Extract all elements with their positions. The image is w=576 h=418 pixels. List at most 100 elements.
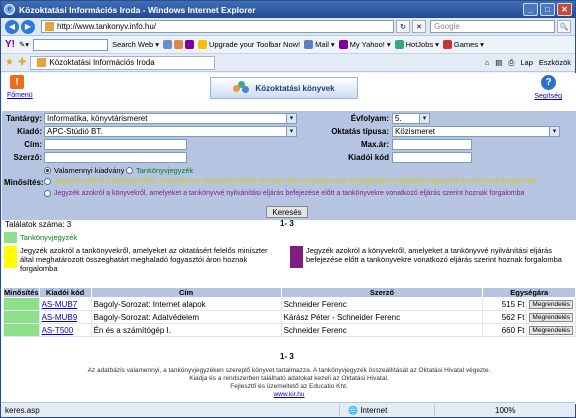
title-cell: Bagoly-Sorozat: Adatvédelem <box>90 310 282 324</box>
mail-button[interactable]: Mail ▾ <box>304 40 335 49</box>
help-icon[interactable]: ? <box>541 75 556 90</box>
radio-all[interactable]: Valamennyi kiadvány <box>44 166 124 175</box>
feeds-icon[interactable]: ▤ <box>495 58 502 67</box>
yahoo-toolbar: Y! ✎▾ Search Web ▾ Upgrade your Toolbar N… <box>1 36 575 54</box>
myyahoo-label: My Yahoo! <box>349 40 385 49</box>
radio-list1-indicator <box>44 178 51 185</box>
games-label: Games <box>453 40 479 49</box>
title-input[interactable] <box>44 139 187 150</box>
tab-current[interactable]: Közoktatási Információs Iroda <box>30 55 216 70</box>
stop-button[interactable]: ✕ <box>412 20 426 33</box>
exit-icon[interactable]: ! <box>10 75 24 89</box>
page-header: ! Főmenü Közoktatási könyvek ? Segítség <box>2 73 576 111</box>
tools-menu[interactable]: Eszközök <box>539 58 571 67</box>
add-favorite-icon[interactable]: ✚ <box>18 57 26 68</box>
code-link[interactable]: AS-MUB7 <box>42 300 78 309</box>
print-icon[interactable]: ⎙ <box>508 58 514 68</box>
favorites-star-icon[interactable]: ★ <box>5 57 14 68</box>
col-rating: Minősítés <box>3 287 40 298</box>
title-cell: Bagoly-Sorozat: Internet alapok <box>90 297 282 311</box>
code-link[interactable]: AS-MUB9 <box>42 313 78 322</box>
forward-button[interactable]: ▶ <box>21 19 35 34</box>
order-button[interactable]: Megrendelés <box>529 313 573 322</box>
page-content: ! Főmenü Közoktatási könyvek ? Segítség … <box>2 73 576 404</box>
education-type-label: Oktatás típusa: <box>331 127 389 136</box>
author-cell: Schneider Ferenc <box>280 323 484 337</box>
radio-list2-label: Jegyzék azokról a könyvekről, amelyeket … <box>54 190 525 197</box>
education-type-select[interactable]: Közismeret <box>392 126 560 137</box>
order-button[interactable]: Megrendelés <box>529 300 573 309</box>
tab-label: Közoktatási Információs Iroda <box>49 58 155 67</box>
page-menu[interactable]: Lap <box>520 58 533 67</box>
radio-list-1[interactable]: Jegyzék azokról a tankönyvekről, amelyek… <box>44 178 536 185</box>
radio-list-2[interactable]: Jegyzék azokról a könyvekről, amelyeket … <box>44 190 524 197</box>
legend-green-swatch <box>4 232 17 243</box>
zoom-control[interactable]: 100% <box>435 406 515 415</box>
zone-label: Internet <box>360 405 388 415</box>
radio-textbook-indicator <box>126 167 133 174</box>
subject-select[interactable]: Informatika, könyvtárismeret <box>44 113 297 124</box>
title-cell: Én és a számítógép I. <box>90 323 282 337</box>
back-button[interactable]: ◀ <box>5 19 19 34</box>
page-title: Közoktatási könyvek <box>255 83 335 93</box>
code-cell: AS-MUB7 <box>38 297 92 311</box>
search-button[interactable]: Keresés <box>266 206 308 218</box>
status-text: keres.asp <box>5 405 40 415</box>
address-bar: ◀ ▶ http://www.tankonyv.info.hu/ ↻ ✕ Goo… <box>1 18 575 36</box>
author-input[interactable] <box>44 152 187 163</box>
minimize-button[interactable]: _ <box>523 3 538 16</box>
footer-line-3: Fejlesztő és üzemeltető az Educatio Kht. <box>230 383 348 390</box>
status-zone: 🌐 Internet <box>340 406 430 415</box>
radio-textbook-list[interactable]: Tankönyvjegyzék <box>126 166 193 175</box>
radio-all-indicator <box>44 167 51 174</box>
publisher-label: Kiadó: <box>17 127 42 136</box>
maximize-button[interactable]: □ <box>540 3 555 16</box>
author-cell: Kárász Péter - Schneider Ferenc <box>280 310 484 324</box>
upgrade-button[interactable]: Upgrade your Toolbar Now! <box>197 40 301 49</box>
tab-page-icon <box>37 58 47 67</box>
author-label: Szerző: <box>13 153 42 162</box>
grade-select[interactable]: 5. <box>392 113 430 124</box>
hotjobs-button[interactable]: HotJobs ▾ <box>394 40 439 49</box>
home-icon[interactable]: ⌂ <box>485 58 490 67</box>
radio-list2-indicator <box>44 190 51 197</box>
help-link[interactable]: Segítség <box>534 93 562 100</box>
publisher-code-input[interactable] <box>392 152 472 163</box>
max-price-input[interactable] <box>392 139 472 150</box>
price-cell: 562 Ft <box>482 310 528 324</box>
url-input[interactable]: http://www.tankonyv.info.hu/ <box>41 20 394 33</box>
browser-window: e Közoktatási Információs Iroda - Window… <box>0 0 576 418</box>
upgrade-label: Upgrade your Toolbar Now! <box>208 40 301 49</box>
title-label: Cím: <box>24 140 42 149</box>
myyahoo-button[interactable]: My Yahoo! ▾ <box>338 40 391 49</box>
radio-all-label: Valamennyi kiadvány <box>54 166 125 175</box>
command-bar: ⌂ ▤ ⎙ Lap Eszközök <box>485 58 571 68</box>
rating-swatch <box>3 323 40 337</box>
table-row: AS-MUB9 Bagoly-Sorozat: Adatvédelem Kárá… <box>3 310 576 324</box>
main-menu-link[interactable]: Főmenü <box>7 92 33 99</box>
mail-label: Mail <box>315 40 329 49</box>
search-web-button[interactable]: Search Web ▾ <box>112 40 159 49</box>
order-cell: Megrendelés <box>526 310 576 324</box>
legend-textbook-label: Tankönyvjegyzék <box>20 233 78 242</box>
footer-line-1: Az adatbázis valamennyi, a tankönyvjegyz… <box>87 367 491 374</box>
order-cell: Megrendelés <box>526 323 576 337</box>
search-go-icon[interactable]: 🔍 <box>557 20 571 33</box>
max-price-label: Max.ár: <box>360 140 389 149</box>
grade-label: Évfolyam: <box>350 114 389 123</box>
toolbar-extra-icons[interactable] <box>162 40 194 49</box>
rating-swatch <box>3 310 40 324</box>
pencil-icon[interactable]: ✎▾ <box>19 40 29 49</box>
people-logo-icon <box>233 81 250 95</box>
toolbar-search-input[interactable] <box>33 38 109 51</box>
rating-label: Minősítés: <box>4 178 44 187</box>
code-link[interactable]: AS-T500 <box>42 326 74 335</box>
games-button[interactable]: Games ▾ <box>442 40 484 49</box>
order-button[interactable]: Megrendelés <box>529 326 573 335</box>
close-button[interactable]: ✕ <box>557 3 572 16</box>
footer-link[interactable]: www.kir.hu <box>2 391 576 399</box>
yahoo-logo[interactable]: Y! <box>5 39 15 50</box>
search-input[interactable]: Google <box>430 20 555 33</box>
refresh-button[interactable]: ↻ <box>396 20 410 33</box>
publisher-select[interactable]: APC-Stúdió BT. <box>44 126 297 137</box>
